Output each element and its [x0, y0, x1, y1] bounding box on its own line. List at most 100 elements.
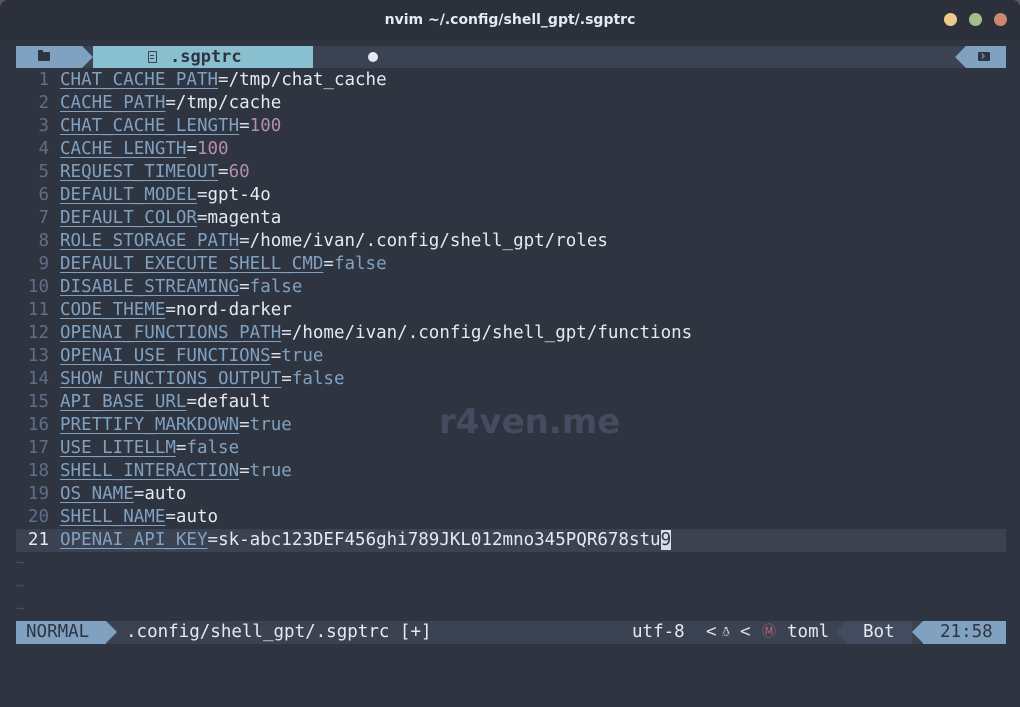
tabline: .sgptrc	[16, 46, 1006, 68]
code-line[interactable]: 6 DEFAULT_MODEL=gpt-4o	[16, 184, 1006, 207]
code-line[interactable]: 1 CHAT_CACHE_PATH=/tmp/chat_cache	[16, 69, 1006, 92]
equals-sign: =	[323, 254, 334, 274]
config-value: 100	[249, 116, 282, 136]
line-number: 14	[27, 369, 49, 389]
line-number: 12	[27, 323, 49, 343]
folder-icon	[38, 50, 50, 61]
linux-icon: 🐧︎	[722, 625, 731, 640]
line-content: OPENAI_FUNCTIONS_PATH=/home/ivan/.config…	[60, 322, 692, 345]
tab-sgptrc[interactable]: .sgptrc	[93, 46, 378, 68]
code-line[interactable]: 18 SHELL_INTERACTION=true	[16, 460, 1006, 483]
config-value: magenta	[207, 208, 282, 228]
config-key: DISABLE_STREAMING	[60, 277, 240, 297]
config-value: default	[196, 392, 271, 412]
tab-terminal[interactable]	[955, 46, 1006, 68]
config-key: CHAT_CACHE_PATH	[60, 70, 219, 90]
close-button[interactable]	[994, 13, 1007, 26]
line-number: 16	[27, 415, 49, 435]
line-content: CHAT_CACHE_PATH=/tmp/chat_cache	[60, 69, 387, 92]
equals-sign: =	[196, 185, 208, 205]
config-key: PRETTIFY_MARKDOWN	[60, 415, 240, 435]
clock-separator	[912, 621, 923, 643]
window-title: nvim ~/.config/shell_gpt/.sgptrc	[384, 12, 636, 28]
line-content: API_BASE_URL=default	[60, 391, 271, 414]
tab-file-explorer[interactable]	[16, 46, 82, 68]
code-line[interactable]: 17 USE_LITELLM=false	[16, 437, 1006, 460]
code-line[interactable]: 14 SHOW_FUNCTIONS_OUTPUT=false	[16, 368, 1006, 391]
line-number: 6	[38, 185, 49, 205]
current-line[interactable]: 21 OPENAI_API_KEY=sk-abc123DEF456ghi789JK…	[16, 529, 1006, 552]
config-key: API_BASE_URL	[60, 392, 187, 412]
code-line[interactable]: 10 DISABLE_STREAMING=false	[16, 276, 1006, 299]
line-content: CACHE_PATH=/tmp/cache	[60, 92, 281, 115]
config-value: nord-darker	[175, 300, 292, 320]
clock: 21:58	[940, 622, 993, 642]
line-content: USE_LITELLM=false	[60, 437, 239, 460]
config-value: false	[291, 369, 345, 389]
line-number: 15	[27, 392, 49, 412]
config-key: CACHE_LENGTH	[60, 139, 187, 159]
statusline: NORMAL .config/shell_gpt/.sgptrc [+] utf…	[16, 621, 1006, 644]
equals-sign: =	[239, 231, 250, 251]
code-line[interactable]: 5 REQUEST_TIMEOUT=60	[16, 161, 1006, 184]
code-line[interactable]: 2 CACHE_PATH=/tmp/cache	[16, 92, 1006, 115]
config-key: ROLE_STORAGE_PATH	[60, 231, 240, 251]
line-content: DEFAULT_COLOR=magenta	[60, 207, 281, 230]
line-content: CODE_THEME=nord-darker	[60, 299, 292, 322]
code-line[interactable]: 19 OS_NAME=auto	[16, 483, 1006, 506]
position-separator	[836, 621, 847, 643]
line-content: OPENAI_API_KEY=sk-abc123DEF456ghi789JKL0…	[60, 529, 672, 552]
statusline-separator: <	[740, 622, 751, 642]
line-number: 2	[38, 93, 49, 113]
config-value: sk-abc123DEF456ghi789JKL012mno345PQR678s…	[218, 530, 661, 550]
line-number: 18	[27, 461, 49, 481]
config-key: OPENAI_USE_FUNCTIONS	[60, 346, 271, 366]
equals-sign: =	[165, 93, 176, 113]
line-number: 10	[27, 277, 49, 297]
code-line[interactable]: 9 DEFAULT_EXECUTE_SHELL_CMD=false	[16, 253, 1006, 276]
code-line[interactable]: 20 SHELL_NAME=auto	[16, 506, 1006, 529]
code-line[interactable]: 15 API_BASE_URL=default	[16, 391, 1006, 414]
config-value: 60	[228, 162, 250, 182]
code-line[interactable]: 11 CODE_THEME=nord-darker	[16, 299, 1006, 322]
equals-sign: =	[186, 392, 197, 412]
equals-sign: =	[218, 70, 229, 90]
code-line[interactable]: 3 CHAT_CACHE_LENGTH=100	[16, 115, 1006, 138]
line-content: ROLE_STORAGE_PATH=/home/ivan/.config/she…	[60, 230, 608, 253]
line-number: 20	[27, 507, 49, 527]
line-content: SHELL_NAME=auto	[60, 506, 218, 529]
minimize-button[interactable]	[944, 13, 957, 26]
config-key: REQUEST_TIMEOUT	[60, 162, 219, 182]
code-line[interactable]: 7 DEFAULT_COLOR=magenta	[16, 207, 1006, 230]
code-line[interactable]: 13 OPENAI_USE_FUNCTIONS=true	[16, 345, 1006, 368]
command-line[interactable]	[16, 644, 1006, 670]
code-line[interactable]: 16 PRETTIFY_MARKDOWN=true	[16, 414, 1006, 437]
line-number: 1	[38, 70, 49, 90]
line-content: REQUEST_TIMEOUT=60	[60, 161, 250, 184]
line-number: 21	[27, 530, 49, 550]
config-value: /tmp/chat_cache	[228, 70, 387, 90]
equals-sign: =	[218, 162, 229, 182]
line-content: CACHE_LENGTH=100	[60, 138, 229, 161]
line-content: SHELL_INTERACTION=true	[60, 460, 292, 483]
line-content: DEFAULT_MODEL=gpt-4o	[60, 184, 271, 207]
equals-sign: =	[270, 346, 282, 366]
equals-sign: =	[133, 484, 145, 504]
code-line[interactable]: 8 ROLE_STORAGE_PATH=/home/ivan/.config/sh…	[16, 230, 1006, 253]
empty-line-tilde: ~	[16, 555, 25, 571]
config-key: OPENAI_API_KEY	[60, 530, 208, 550]
editor-buffer[interactable]: r4ven.me 1 CHAT_CACHE_PATH=/tmp/chat_cach…	[16, 68, 1006, 620]
line-number: 5	[38, 162, 49, 182]
equals-sign: =	[196, 208, 208, 228]
code-line[interactable]: 4 CACHE_LENGTH=100	[16, 138, 1006, 161]
code-line[interactable]: 12 OPENAI_FUNCTIONS_PATH=/home/ivan/.conf…	[16, 322, 1006, 345]
maximize-button[interactable]	[969, 13, 982, 26]
config-key: CODE_THEME	[60, 300, 166, 320]
text-cursor: 9	[660, 530, 672, 550]
equals-sign: =	[239, 277, 250, 297]
equals-sign: =	[207, 530, 219, 550]
config-key: DEFAULT_MODEL	[60, 185, 197, 205]
tab-label: .sgptrc	[170, 47, 242, 67]
config-value: gpt-4o	[207, 185, 271, 205]
line-content: PRETTIFY_MARKDOWN=true	[60, 414, 292, 437]
